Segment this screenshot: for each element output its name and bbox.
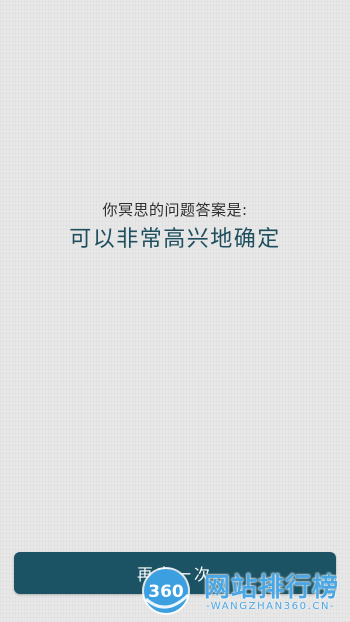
answer-prompt: 你冥思的问题答案是: [102,201,248,219]
logo-text: 360 [148,582,184,602]
watermark-subtitle: -WANGZHAN360.CN- [206,601,336,612]
answer-area: 你冥思的问题答案是: 可以非常高兴地确定 [0,200,350,254]
answer-text: 可以非常高兴地确定 [69,227,281,252]
answer-screen: 你冥思的问题答案是: 可以非常高兴地确定 再来一次 360 网站排行榜 -WAN… [0,0,350,622]
site-logo-icon: 360 [142,567,190,615]
watermark: 360 网站排行榜 -WANGZHAN360.CN- [138,565,350,622]
watermark-title: 网站排行榜 [204,573,340,603]
